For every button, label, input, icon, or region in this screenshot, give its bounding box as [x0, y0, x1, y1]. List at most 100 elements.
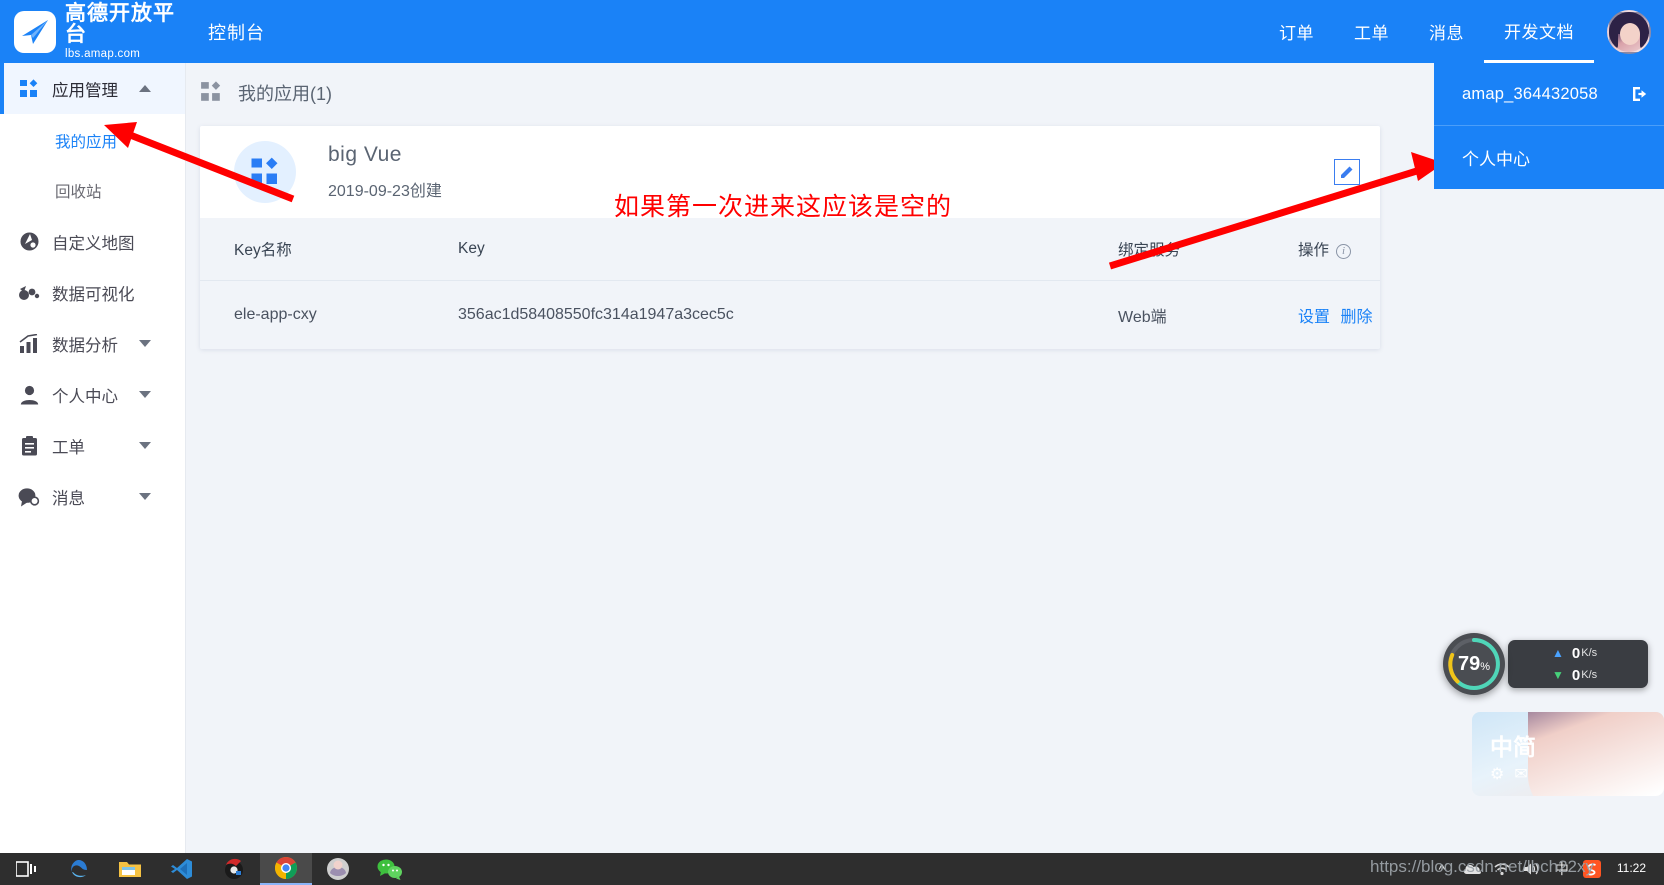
sidebar-item-label: 消息 [52, 489, 85, 508]
taskbar-clock[interactable]: 11:22 [1607, 862, 1656, 875]
nav-item-docs[interactable]: 开发文档 [1484, 0, 1594, 63]
column-header-operation-label: 操作 [1298, 242, 1330, 259]
apps-icon [200, 81, 224, 105]
table-header-row: Key名称 Key 绑定服务 操作 i [200, 218, 1380, 281]
sidebar: 应用管理 我的应用 回收站 自定义地图 数据可视化 数据分析 个人中心 工单 消… [0, 63, 186, 853]
cpu-usage-value: 79% [1457, 652, 1491, 675]
logout-icon[interactable] [1630, 84, 1650, 104]
navicat-icon[interactable] [208, 853, 260, 885]
network-download-unit: K/s [1581, 669, 1598, 681]
network-upload-unit: K/s [1581, 647, 1598, 659]
sidebar-subitem-label: 回收站 [55, 184, 102, 201]
chevron-down-icon[interactable] [139, 493, 151, 500]
ime-skin-image [1528, 712, 1664, 796]
qq-icon[interactable] [312, 853, 364, 885]
keys-table-head: Key名称 Key 绑定服务 操作 i [200, 218, 1380, 281]
user-menu-personal-center[interactable]: 个人中心 [1434, 126, 1664, 189]
table-row: ele-app-cxy 356ac1d58408550fc314a1947a3c… [200, 280, 1380, 349]
chevron-down-icon[interactable] [139, 442, 151, 449]
brand-logo-area[interactable]: 高德开放平台 lbs.amap.com [0, 3, 186, 61]
app-card: big Vue 2019-09-23创建 Key名称 Key 绑定服务 操作 i… [200, 126, 1380, 349]
cell-bound-service: Web端 [1118, 280, 1298, 349]
visual-icon [18, 282, 40, 304]
chrome-icon[interactable] [260, 853, 312, 885]
nav-item-tickets[interactable]: 工单 [1334, 0, 1409, 63]
sidebar-item-messages[interactable]: 消息 [0, 471, 185, 522]
sidebar-item-data-visualization[interactable]: 数据可视化 [0, 267, 185, 318]
screen: 高德开放平台 lbs.amap.com 控制台 订单 工单 消息 开发文档 am… [0, 0, 1664, 885]
cpu-usage-widget[interactable]: 79% [1443, 633, 1505, 695]
edit-icon[interactable] [1334, 159, 1360, 185]
sidebar-item-label: 个人中心 [52, 387, 118, 406]
ticket-icon [18, 435, 40, 457]
primary-nav: 订单 工单 消息 开发文档 [1259, 0, 1664, 63]
sidebar-item-work-order[interactable]: 工单 [0, 420, 185, 471]
sidebar-item-my-apps[interactable]: 我的应用 [0, 116, 185, 166]
avatar-hair-left [1609, 19, 1618, 50]
arrow-down-icon: ▼ [1552, 668, 1564, 682]
network-monitor-widget[interactable]: ▲ 0 K/s ▼ 0 K/s [1508, 640, 1648, 688]
ime-skin-widget[interactable]: 中简 ⚙✉ [1472, 712, 1664, 796]
sidebar-submenu-app-management: 我的应用 回收站 [0, 116, 185, 216]
column-header-key: Key [458, 240, 485, 257]
avatar-hair-right [1640, 19, 1649, 50]
ime-toolbar-icons[interactable]: ⚙✉ [1490, 764, 1538, 784]
ime-mode-label: 中简 [1490, 734, 1536, 760]
cpu-usage-unit: % [1480, 660, 1491, 673]
column-header-operation: 操作 i [1298, 218, 1380, 281]
sidebar-subitem-label: 我的应用 [55, 134, 118, 151]
sidebar-item-recycle-bin[interactable]: 回收站 [0, 166, 185, 216]
brand-subtitle: lbs.amap.com [65, 47, 141, 60]
app-meta: big Vue 2019-09-23创建 [328, 143, 442, 201]
column-header-key-name: Key名称 [234, 242, 292, 259]
keys-table: Key名称 Key 绑定服务 操作 i ele-app-cxy 356ac1d58… [200, 218, 1380, 349]
map-icon [18, 231, 40, 253]
sidebar-item-data-analysis[interactable]: 数据分析 [0, 318, 185, 369]
vscode-icon[interactable] [156, 853, 208, 885]
sidebar-item-app-management[interactable]: 应用管理 [0, 63, 185, 114]
sidebar-item-personal-center[interactable]: 个人中心 [0, 369, 185, 420]
sidebar-item-label: 应用管理 [52, 81, 118, 100]
brand-title: 高德开放平台 [65, 1, 175, 46]
nav-item-orders[interactable]: 订单 [1259, 0, 1334, 63]
apps-icon [18, 78, 40, 100]
user-icon [18, 384, 40, 406]
chevron-down-icon[interactable] [139, 391, 151, 398]
page-title: 我的应用(1) [238, 84, 332, 104]
app-avatar-icon [234, 141, 296, 203]
avatar-face [1620, 22, 1640, 45]
chart-icon [18, 333, 40, 355]
user-menu-account-row[interactable]: amap_364432058 [1434, 63, 1664, 126]
network-download-row: ▼ 0 K/s [1552, 664, 1648, 686]
sidebar-item-label: 数据可视化 [52, 285, 135, 304]
column-header-bound-service: 绑定服务 [1118, 242, 1181, 259]
user-menu-personal-center-label: 个人中心 [1462, 150, 1530, 169]
app-name: big Vue [328, 143, 402, 166]
delete-link[interactable]: 删除 [1340, 309, 1372, 326]
network-upload-value: 0 [1571, 644, 1581, 662]
user-menu-dropdown: amap_364432058 个人中心 [1434, 63, 1664, 189]
watermark: https://blog.csdn.net/lbch22xy [1370, 857, 1594, 876]
cell-key-name: ele-app-cxy [200, 280, 458, 349]
sidebar-item-label: 自定义地图 [52, 234, 135, 253]
keys-table-body: ele-app-cxy 356ac1d58408550fc314a1947a3c… [200, 280, 1380, 349]
brand-text: 高德开放平台 lbs.amap.com [65, 3, 186, 61]
message-icon [18, 486, 40, 508]
amap-logo-icon [14, 10, 56, 53]
network-upload-row: ▲ 0 K/s [1552, 642, 1648, 664]
task-view-icon[interactable] [0, 853, 52, 885]
info-icon[interactable]: i [1336, 244, 1352, 259]
wechat-icon[interactable] [364, 853, 416, 885]
cell-key: 356ac1d58408550fc314a1947a3cec5c [458, 280, 1118, 349]
app-created-date: 2019-09-23创建 [328, 183, 442, 200]
sidebar-item-custom-map[interactable]: 自定义地图 [0, 216, 185, 267]
nav-item-messages[interactable]: 消息 [1409, 0, 1484, 63]
file-explorer-icon[interactable] [104, 853, 156, 885]
sidebar-item-label: 数据分析 [52, 336, 118, 355]
edge-icon[interactable] [52, 853, 104, 885]
chevron-down-icon[interactable] [139, 340, 151, 347]
chevron-up-icon[interactable] [139, 85, 151, 92]
sidebar-item-label: 工单 [52, 438, 85, 457]
avatar-button[interactable] [1594, 0, 1664, 63]
settings-link[interactable]: 设置 [1298, 309, 1330, 326]
